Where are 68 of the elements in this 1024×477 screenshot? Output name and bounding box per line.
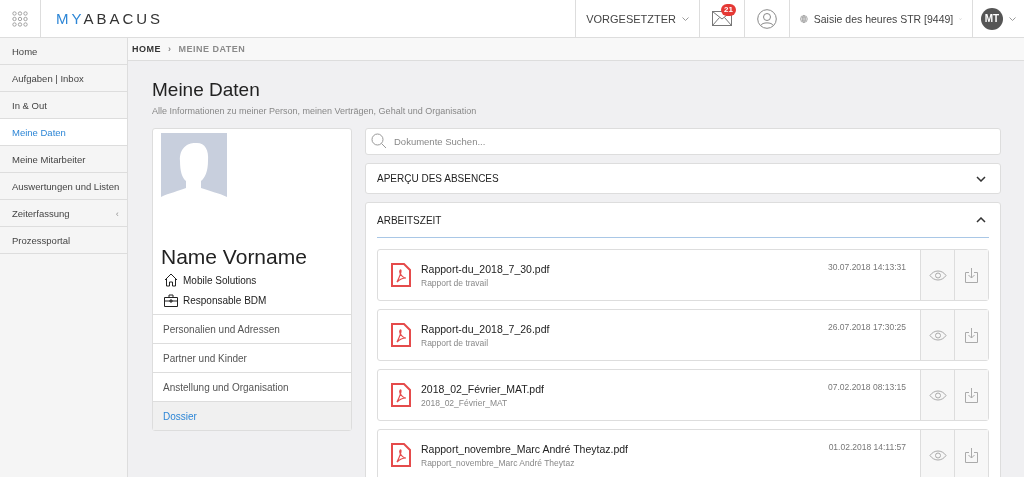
search-field[interactable]: Dokumente Suchen... [365, 128, 1001, 155]
pdf-file-icon [391, 323, 411, 347]
download-button[interactable] [954, 430, 988, 477]
file-name[interactable]: Rapport-du_2018_7_30.pdf [421, 262, 828, 275]
sidebar-item[interactable]: Auswertungen und Listen [0, 173, 127, 200]
page-subtitle: Alle Informationen zu meiner Person, meinen Verträgen, Gehalt und Organisation [152, 106, 478, 116]
preview-button[interactable] [920, 430, 954, 477]
eye-icon [928, 269, 947, 281]
envelope-icon [712, 11, 732, 26]
sidebar-item[interactable]: Aufgaben | Inbox [0, 65, 127, 92]
language-menu[interactable]: Saisie des heures STR [9449] [789, 0, 972, 37]
page-title: Meine Daten [152, 79, 261, 101]
detail-text: Responsable BDM [183, 295, 267, 306]
pdf-file-icon [391, 383, 411, 407]
file-date: 01.02.2018 14:11:57 [828, 441, 907, 454]
pdf-file-icon [391, 443, 411, 467]
download-icon [965, 267, 978, 283]
user-icon [757, 8, 777, 29]
section-header[interactable]: ARBEITSZEIT [377, 203, 989, 238]
pdf-file-icon [391, 263, 411, 287]
file-name[interactable]: Rapport-du_2018_7_26.pdf [421, 322, 828, 335]
file-description: Rapport_novembre_Marc André Theytaz [421, 457, 576, 468]
caret-icon [682, 16, 689, 21]
messages-button[interactable]: 21 [699, 0, 744, 37]
download-icon [965, 387, 978, 403]
chevron-icon [976, 175, 986, 182]
sidebar-item[interactable]: Prozessportal [0, 227, 127, 254]
file-name[interactable]: 2018_02_Février_MAT.pdf [421, 382, 828, 395]
download-button[interactable] [954, 370, 988, 420]
eye-icon [928, 389, 947, 401]
account-menu[interactable]: MT [972, 0, 1024, 37]
person-name: Name Vorname [161, 245, 308, 269]
file-description: Rapport de travail [421, 337, 490, 348]
sidebar-item[interactable]: Home [0, 38, 127, 65]
avatar-placeholder-icon [161, 133, 227, 224]
search-icon [371, 133, 387, 149]
sidebar-item[interactable]: Meine Daten [0, 119, 127, 146]
download-button[interactable] [954, 250, 988, 300]
preview-button[interactable] [920, 310, 954, 360]
file-date: 07.02.2018 08:13:15 [828, 381, 907, 394]
file-date: 26.07.2018 17:30:25 [828, 321, 907, 334]
chevron-icon [976, 217, 986, 223]
sidebar-item[interactable]: Meine Mitarbeiter [0, 146, 127, 173]
briefcase-icon [164, 294, 178, 307]
download-icon [965, 327, 978, 343]
role-menu[interactable]: VORGESETZTER [575, 0, 699, 37]
file-name[interactable]: Rapport_novembre_Marc André Theytaz.pdf [421, 442, 829, 455]
preview-button[interactable] [920, 370, 954, 420]
profile-menu-item[interactable]: Personalien und Adressen [153, 314, 351, 343]
caret-icon [1009, 16, 1016, 21]
breadcrumb-separator: › [168, 44, 172, 54]
profile-menu-item[interactable]: Dossier [153, 401, 351, 430]
detail-text: Mobile Solutions [183, 274, 257, 286]
house-icon [164, 273, 178, 287]
file-date: 30.07.2018 14:13:31 [828, 261, 907, 274]
file-description: Rapport de travail [421, 277, 490, 288]
eye-icon [928, 329, 947, 341]
logo: MYABACUS [56, 10, 164, 27]
preview-button[interactable] [920, 250, 954, 300]
sidebar-item[interactable]: Zeiterfassung ‹ [0, 200, 127, 227]
app-grid-icon[interactable] [12, 10, 28, 27]
breadcrumb-link[interactable]: HOME [132, 44, 161, 54]
profile-menu-item[interactable]: Partner und Kinder [153, 343, 351, 372]
download-icon [965, 447, 978, 463]
eye-icon [928, 449, 947, 461]
message-count-badge: 21 [721, 4, 736, 16]
download-button[interactable] [954, 310, 988, 360]
file-description: 2018_02_Février_MAT [421, 397, 509, 408]
